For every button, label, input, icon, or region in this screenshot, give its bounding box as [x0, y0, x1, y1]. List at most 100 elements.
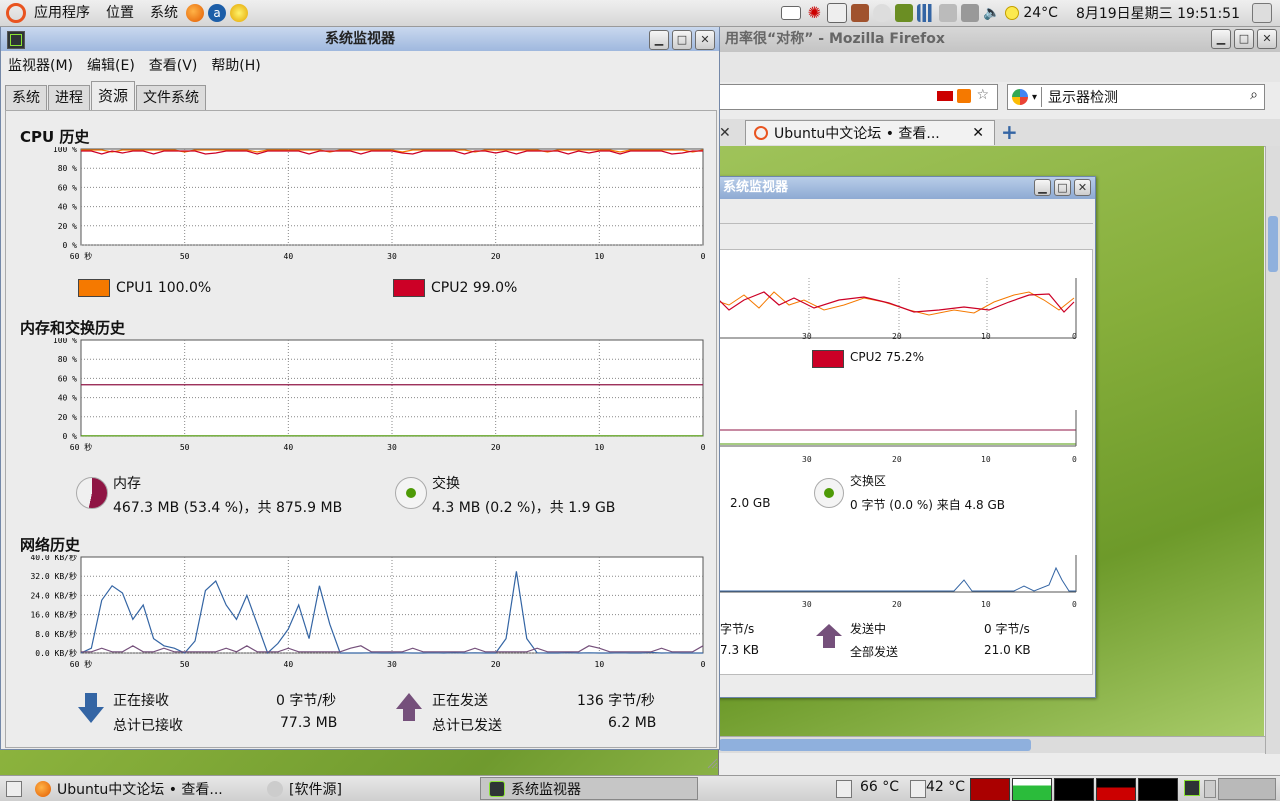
printer-icon[interactable]: [939, 4, 958, 22]
y-tick-label: 40 %: [58, 394, 77, 403]
x-tick-label: 10: [595, 252, 605, 261]
top-panel: 应用程序 位置 系统 a ✺ 🔈 24°C 8月19日星期三 19:51:51: [0, 0, 1280, 27]
inner-recv-total: 7.3 KB: [720, 643, 759, 657]
cpu-temperature[interactable]: 66 °C: [860, 779, 899, 795]
rss-icon[interactable]: [957, 89, 971, 103]
minimize-button[interactable]: ▁: [1211, 29, 1231, 49]
swap-load-applet[interactable]: [1096, 778, 1136, 801]
inner-title: 系统监视器: [723, 180, 789, 195]
cpu1-swatch[interactable]: [78, 279, 110, 297]
inner-total-sent-value: 21.0 KB: [984, 643, 1031, 657]
scroll-thumb[interactable]: [1268, 216, 1278, 272]
upload-arrow-icon: [396, 693, 422, 727]
tab-system[interactable]: 系统: [5, 85, 47, 110]
web-browser-launcher-icon[interactable]: a: [208, 4, 226, 22]
system-monitor-tray-icon[interactable]: [1184, 780, 1200, 796]
keyboard-icon[interactable]: [961, 4, 980, 22]
cpu-graph: 100 % 80 % 60 % 40 % 20 % 0 %60 秒 50 40 30 20 10 0: [53, 147, 706, 261]
signal-icon[interactable]: [917, 4, 936, 22]
x-tick-label: 30: [387, 443, 397, 452]
bookmark-star-icon[interactable]: ☆: [976, 87, 989, 103]
maximize-button: □: [1054, 179, 1071, 196]
x-tick-label: 40: [284, 252, 294, 261]
close-icon[interactable]: ✕: [972, 125, 984, 141]
tools-icon[interactable]: [851, 4, 870, 22]
network-load-applet[interactable]: [1054, 778, 1094, 801]
close-button[interactable]: ✕: [1257, 29, 1277, 49]
menu-help[interactable]: 帮助(H): [204, 55, 267, 75]
download-arrow-icon: [78, 693, 104, 727]
x-tick-label: 20: [491, 660, 501, 669]
url-bar[interactable]: ☆: [719, 84, 998, 110]
search-bar[interactable]: ▾ 显示器检测 ⌕: [1007, 84, 1265, 110]
sun-alert-icon[interactable]: ✺: [805, 4, 823, 22]
power-icon[interactable]: [1252, 3, 1272, 23]
screenshot-icon[interactable]: [827, 3, 848, 23]
y-tick-label: 16.0 KB/秒: [30, 610, 77, 620]
receiving-value: 0 字节/秒: [276, 693, 337, 709]
tab-close-icon[interactable]: ✕: [719, 121, 741, 145]
search-engine-icon[interactable]: [1012, 89, 1028, 105]
volume-icon[interactable]: 🔈: [983, 4, 1001, 22]
tab-processes[interactable]: 进程: [48, 85, 90, 110]
tab-filesystems[interactable]: 文件系统: [136, 85, 207, 110]
weather-temperature[interactable]: 24°C: [1023, 5, 1058, 21]
inner-swap-value: 0 字节 (0.0 %) 来自 4.8 GB: [850, 498, 1005, 512]
show-desktop-icon[interactable]: [6, 780, 22, 797]
clock[interactable]: 8月19日星期三 19:51:51: [1076, 3, 1240, 23]
menu-system[interactable]: 系统: [142, 0, 186, 26]
notes-icon[interactable]: [895, 4, 914, 22]
menu-places[interactable]: 位置: [98, 0, 142, 26]
x-tick-label: 0: [701, 252, 706, 261]
taskbar-item-firefox[interactable]: Ubuntu中文论坛 • 查看...: [26, 777, 254, 800]
cpu-temp-icon[interactable]: [836, 780, 852, 798]
minimize-button: ▁: [1034, 179, 1051, 196]
horizontal-scrollbar[interactable]: [719, 736, 1265, 753]
search-icon[interactable]: ⌕: [1250, 87, 1258, 103]
menu-monitor[interactable]: 监视器(M): [1, 55, 80, 75]
weather-icon[interactable]: [1005, 6, 1020, 20]
cpu-load-applet[interactable]: [970, 778, 1010, 801]
mail-icon[interactable]: [781, 6, 802, 20]
swap-value: 4.3 MB (0.2 %)，共 1.9 GB: [432, 500, 616, 516]
close-button[interactable]: ✕: [695, 30, 715, 50]
x-tick: 10: [981, 332, 991, 341]
vertical-scrollbar[interactable]: [1265, 146, 1280, 754]
cpu2-swatch[interactable]: [393, 279, 425, 297]
swap-pie-icon[interactable]: [395, 477, 427, 509]
gpu-temperature[interactable]: 42 °C: [926, 779, 965, 795]
switch-icon[interactable]: [1204, 780, 1216, 798]
scroll-thumb[interactable]: [719, 739, 1031, 751]
chevron-down-icon[interactable]: ▾: [1032, 92, 1037, 103]
firefox-launcher-icon[interactable]: [186, 4, 204, 22]
menu-applications[interactable]: 应用程序: [26, 0, 98, 26]
tab-ubuntu-forum[interactable]: Ubuntu中文论坛 • 查看... ✕: [745, 120, 995, 145]
x-tick: 0: [1072, 600, 1077, 609]
software-sources-icon: [267, 780, 283, 797]
resize-grip[interactable]: [706, 757, 718, 769]
taskbar-item-system-monitor[interactable]: 系统监视器: [480, 777, 698, 800]
x-tick: 20: [892, 600, 902, 609]
search-input[interactable]: 显示器检测: [1041, 87, 1118, 107]
x-tick-label: 50: [180, 252, 190, 261]
maximize-button[interactable]: □: [1234, 29, 1254, 49]
new-tab-icon[interactable]: +: [1001, 120, 1018, 144]
memory-load-applet[interactable]: [1012, 778, 1052, 801]
network-icon[interactable]: [873, 4, 892, 22]
system-monitor-icon: [489, 780, 505, 797]
menu-view[interactable]: 查看(V): [142, 55, 205, 75]
taskbar-label: [软件源]: [289, 781, 342, 798]
taskbar-item-software-sources[interactable]: [软件源]: [258, 777, 476, 800]
gpu-temp-icon[interactable]: [910, 780, 926, 798]
cpu-history-title: CPU 历史: [20, 128, 90, 146]
swap-label: 交换: [432, 476, 460, 492]
tab-resources[interactable]: 资源: [91, 81, 136, 110]
settings-launcher-icon[interactable]: [230, 4, 248, 22]
sending-label: 正在发送: [432, 693, 488, 709]
menu-edit[interactable]: 编辑(E): [80, 55, 142, 75]
minimize-button[interactable]: ▁: [649, 30, 669, 50]
memory-pie-icon[interactable]: [76, 477, 108, 509]
maximize-button[interactable]: □: [672, 30, 692, 50]
workspace-switcher[interactable]: [1218, 778, 1276, 800]
disk-load-applet[interactable]: [1138, 778, 1178, 801]
